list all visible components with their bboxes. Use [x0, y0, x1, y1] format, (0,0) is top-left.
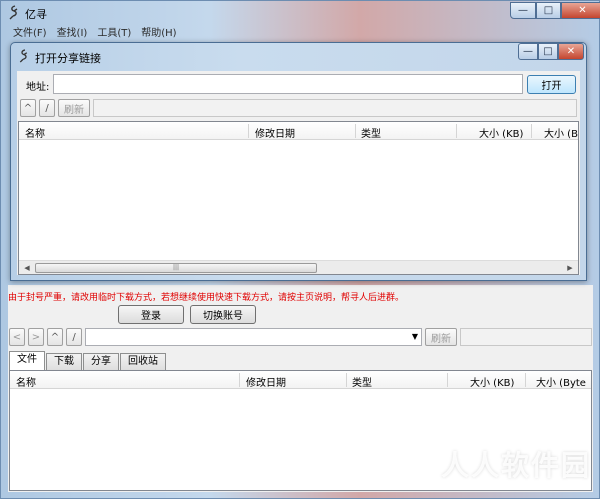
scroll-right-icon[interactable]: ▶: [564, 262, 576, 274]
maximize-button[interactable]: □: [536, 2, 561, 19]
login-button[interactable]: 登录: [118, 305, 184, 324]
dialog-column-size-kb[interactable]: 大小 (KB): [479, 125, 523, 140]
tab-files[interactable]: 文件: [9, 351, 45, 370]
dialog-title: 打开分享链接: [35, 52, 101, 65]
column-name[interactable]: 名称: [16, 374, 36, 389]
column-type[interactable]: 类型: [352, 374, 372, 389]
notice-text: 由于封号严重，请改用临时下载方式，若想继续使用快速下载方式，请按主页说明，帮寻人…: [8, 293, 405, 303]
tab-shares[interactable]: 分享: [83, 353, 119, 370]
menu-find[interactable]: 查找(I): [52, 26, 93, 42]
open-share-link-dialog: 打开分享链接 — □ ✕ 地址: 打开 ^ / 刷新 名称 修改日期 类型 大小…: [10, 42, 587, 281]
close-button[interactable]: ✕: [561, 2, 600, 19]
open-button[interactable]: 打开: [527, 75, 576, 94]
path-dropdown[interactable]: ▼: [85, 328, 422, 346]
dialog-up-button[interactable]: ^: [20, 99, 36, 117]
tab-recycle-bin[interactable]: 回收站: [120, 353, 166, 370]
dialog-path-bar: [93, 99, 577, 117]
up-button[interactable]: ^: [47, 328, 63, 346]
back-button[interactable]: <: [9, 328, 25, 346]
dialog-column-size-bytes[interactable]: 大小 (B: [544, 125, 578, 140]
app-logo-icon: [19, 49, 28, 63]
forward-button[interactable]: >: [28, 328, 44, 346]
scroll-left-icon[interactable]: ◀: [21, 262, 33, 274]
dialog-list-header: 名称 修改日期 类型 大小 (KB) 大小 (B: [19, 122, 578, 140]
menu-bar: 文件(F) 查找(I) 工具(T) 帮助(H): [8, 26, 182, 42]
horizontal-scrollbar[interactable]: ◀ ||| ▶: [19, 260, 578, 274]
dialog-refresh-button[interactable]: 刷新: [58, 99, 90, 117]
menu-help[interactable]: 帮助(H): [136, 26, 181, 42]
dialog-column-name[interactable]: 名称: [25, 125, 45, 140]
column-modified[interactable]: 修改日期: [246, 374, 286, 389]
dialog-minimize-button[interactable]: —: [518, 43, 538, 60]
main-title-bar[interactable]: 亿寻 — □ ✕: [1, 1, 600, 25]
switch-account-button[interactable]: 切换账号: [190, 305, 256, 324]
app-logo-icon: [9, 5, 18, 20]
dialog-column-modified[interactable]: 修改日期: [255, 125, 295, 140]
address-label: 地址:: [26, 82, 50, 93]
window-title: 亿寻: [25, 8, 47, 21]
dialog-column-type[interactable]: 类型: [361, 125, 381, 140]
root-button[interactable]: /: [66, 328, 82, 346]
dialog-root-button[interactable]: /: [39, 99, 55, 117]
file-list-header: 名称 修改日期 类型 大小 (KB) 大小 (Byte: [10, 371, 591, 389]
minimize-button[interactable]: —: [510, 2, 536, 19]
column-size-bytes[interactable]: 大小 (Byte: [536, 374, 586, 389]
dialog-client-area: 地址: 打开 ^ / 刷新 名称 修改日期 类型 大小 (KB) 大小 (B ◀…: [17, 71, 580, 275]
address-input[interactable]: [53, 74, 523, 94]
column-size-kb[interactable]: 大小 (KB): [470, 374, 514, 389]
tab-bar: 文件 下载 分享 回收站: [9, 351, 167, 370]
dialog-maximize-button[interactable]: □: [538, 43, 558, 60]
scrollbar-thumb[interactable]: |||: [35, 263, 317, 273]
watermark: 人人软件园: [440, 449, 591, 482]
menu-tools[interactable]: 工具(T): [92, 26, 136, 42]
search-input[interactable]: [460, 328, 592, 346]
dialog-close-button[interactable]: ✕: [558, 43, 584, 60]
dialog-file-list[interactable]: 名称 修改日期 类型 大小 (KB) 大小 (B ◀ ||| ▶: [18, 121, 579, 275]
refresh-button[interactable]: 刷新: [425, 328, 457, 346]
dropdown-arrow-icon[interactable]: ▼: [412, 332, 418, 341]
menu-file[interactable]: 文件(F): [8, 26, 52, 42]
tab-downloads[interactable]: 下载: [46, 353, 82, 370]
